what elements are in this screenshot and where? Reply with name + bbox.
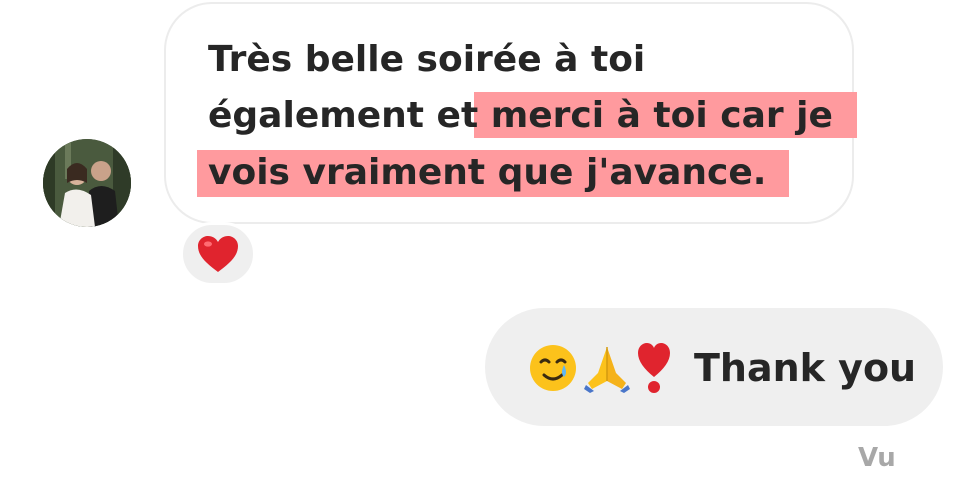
outgoing-message-text: Thank you bbox=[694, 346, 917, 390]
outgoing-emojis bbox=[528, 341, 672, 395]
contact-avatar[interactable] bbox=[43, 139, 131, 227]
seen-status: Vu bbox=[858, 443, 896, 473]
avatar-photo bbox=[43, 139, 131, 227]
message-line-2: également et merci à toi car je bbox=[208, 94, 833, 138]
heart-icon bbox=[198, 236, 238, 272]
message-line-2-highlighted: merci à toi car je bbox=[490, 95, 833, 136]
folded-hands-icon bbox=[584, 347, 630, 393]
message-line-2-plain: également et bbox=[208, 95, 491, 136]
message-line-3: vois vraiment que j'avance. bbox=[208, 152, 767, 193]
heavy-exclamation-heart-icon bbox=[638, 343, 670, 393]
message-reaction[interactable] bbox=[180, 222, 256, 286]
smiling-face-with-tear-icon bbox=[530, 345, 576, 391]
message-line-1: Très belle soirée à toi bbox=[208, 39, 646, 80]
